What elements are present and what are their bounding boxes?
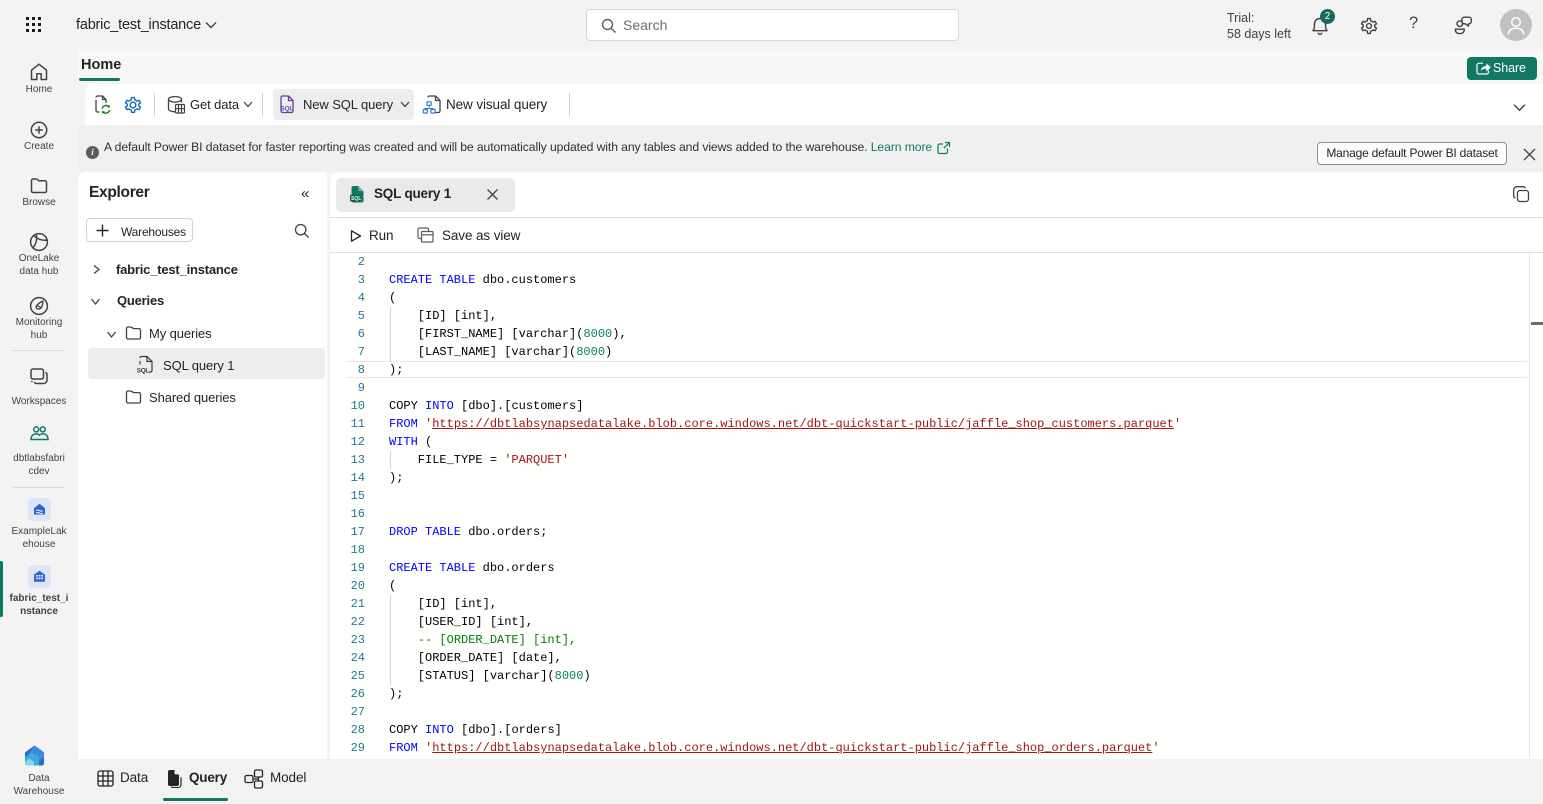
svg-text:SQL: SQL [281,105,294,112]
svg-text:SQL: SQL [351,196,361,202]
svg-text:SQL: SQL [137,367,150,374]
